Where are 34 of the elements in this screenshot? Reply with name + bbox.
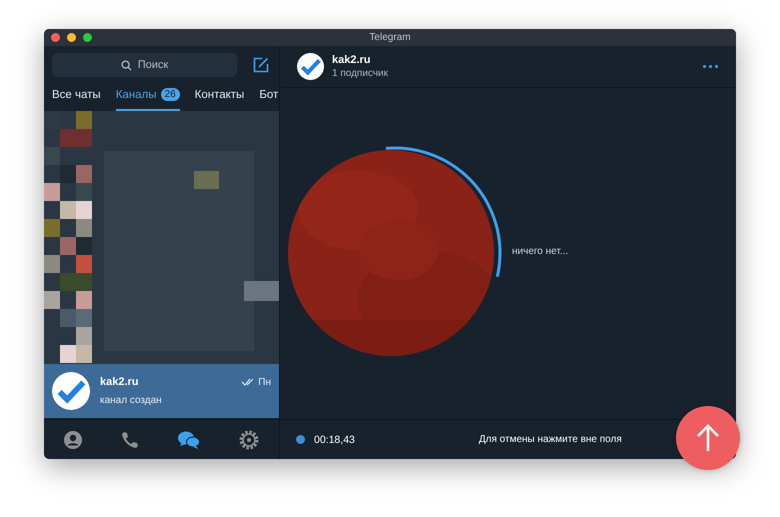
tab-label: Все чаты (52, 88, 101, 100)
folder-tab[interactable]: Все чаты (52, 78, 101, 111)
chat-name: kak2.ru (100, 376, 139, 388)
more-icon[interactable] (703, 65, 718, 68)
tab-label: Бот (259, 88, 278, 100)
recording-time: 00:18,43 (314, 434, 355, 446)
compose-icon[interactable] (253, 57, 269, 73)
minimize-button[interactable] (67, 33, 76, 42)
chat-preview: канал создан (100, 395, 163, 406)
empty-message: ничего нет... (512, 246, 568, 257)
folder-tab[interactable]: Бот (259, 78, 278, 111)
chat-bubbles-icon[interactable] (177, 430, 202, 450)
subscriber-count: 1 подписчик (332, 68, 389, 79)
count-badge: 26 (160, 88, 180, 101)
avatar-icon (297, 53, 324, 80)
window-title: Telegram (369, 32, 411, 43)
chat-item[interactable]: kak2.ru Пн канал создан (44, 364, 279, 418)
chat-time: Пн (258, 376, 271, 388)
tab-label: Каналы (116, 88, 157, 100)
double-check-icon (241, 378, 256, 386)
settings-icon[interactable] (238, 428, 260, 450)
folder-tab[interactable]: Контакты (194, 78, 244, 111)
close-button[interactable] (51, 33, 60, 42)
channel-name: kak2.ru (332, 54, 372, 66)
recording-dot (296, 435, 305, 444)
cancel-hint: Для отмены нажмите вне поля (478, 434, 622, 445)
zoom-button[interactable] (83, 33, 92, 42)
search-icon (120, 60, 132, 70)
phone-icon[interactable] (120, 430, 140, 450)
avatar-icon (52, 372, 90, 410)
up-arrow-icon (696, 424, 720, 452)
tab-label: Контакты (194, 88, 244, 100)
search-field[interactable]: Поиск (52, 53, 237, 77)
contacts-icon[interactable] (62, 430, 83, 450)
